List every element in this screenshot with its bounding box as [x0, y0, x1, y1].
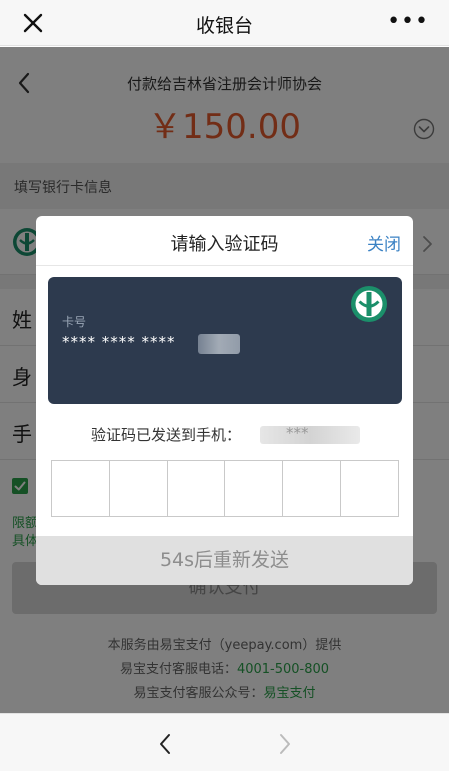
card-number-redaction — [198, 334, 240, 354]
verification-code-input[interactable] — [51, 460, 399, 517]
code-digit-box[interactable] — [225, 461, 284, 516]
code-digit-box[interactable] — [109, 461, 168, 516]
card-number-label: 卡号 — [62, 315, 87, 329]
verification-code-modal: 请输入验证码 关闭 卡号 **** **** **** 验证码已发送到手机： *… — [36, 216, 413, 585]
resend-code-button[interactable]: 54s后重新发送 — [36, 536, 413, 585]
nav-back-icon[interactable] — [158, 733, 172, 755]
nav-forward-icon[interactable] — [278, 733, 292, 755]
more-menu-icon[interactable]: ••• — [387, 11, 429, 33]
modal-title: 请输入验证码 — [170, 234, 279, 255]
modal-close-button[interactable]: 关闭 — [367, 230, 401, 255]
bank-logo-icon — [351, 286, 387, 322]
code-digit-box[interactable] — [167, 461, 226, 516]
card-number-masked: **** **** **** — [62, 333, 176, 351]
code-digit-box[interactable] — [341, 461, 398, 516]
phone-number-redaction — [260, 426, 360, 444]
code-digit-box[interactable] — [283, 461, 342, 516]
browser-bottom-bar — [0, 713, 449, 771]
code-digit-box[interactable] — [52, 461, 110, 516]
top-bar: 收银台 ••• — [0, 0, 449, 46]
phone-number-masked: *** — [286, 424, 309, 442]
code-sent-label: 验证码已发送到手机： — [91, 426, 242, 444]
bank-card: 卡号 **** **** **** — [48, 277, 402, 404]
page-title: 收银台 — [195, 15, 253, 37]
modal-header: 请输入验证码 关闭 — [36, 216, 413, 266]
